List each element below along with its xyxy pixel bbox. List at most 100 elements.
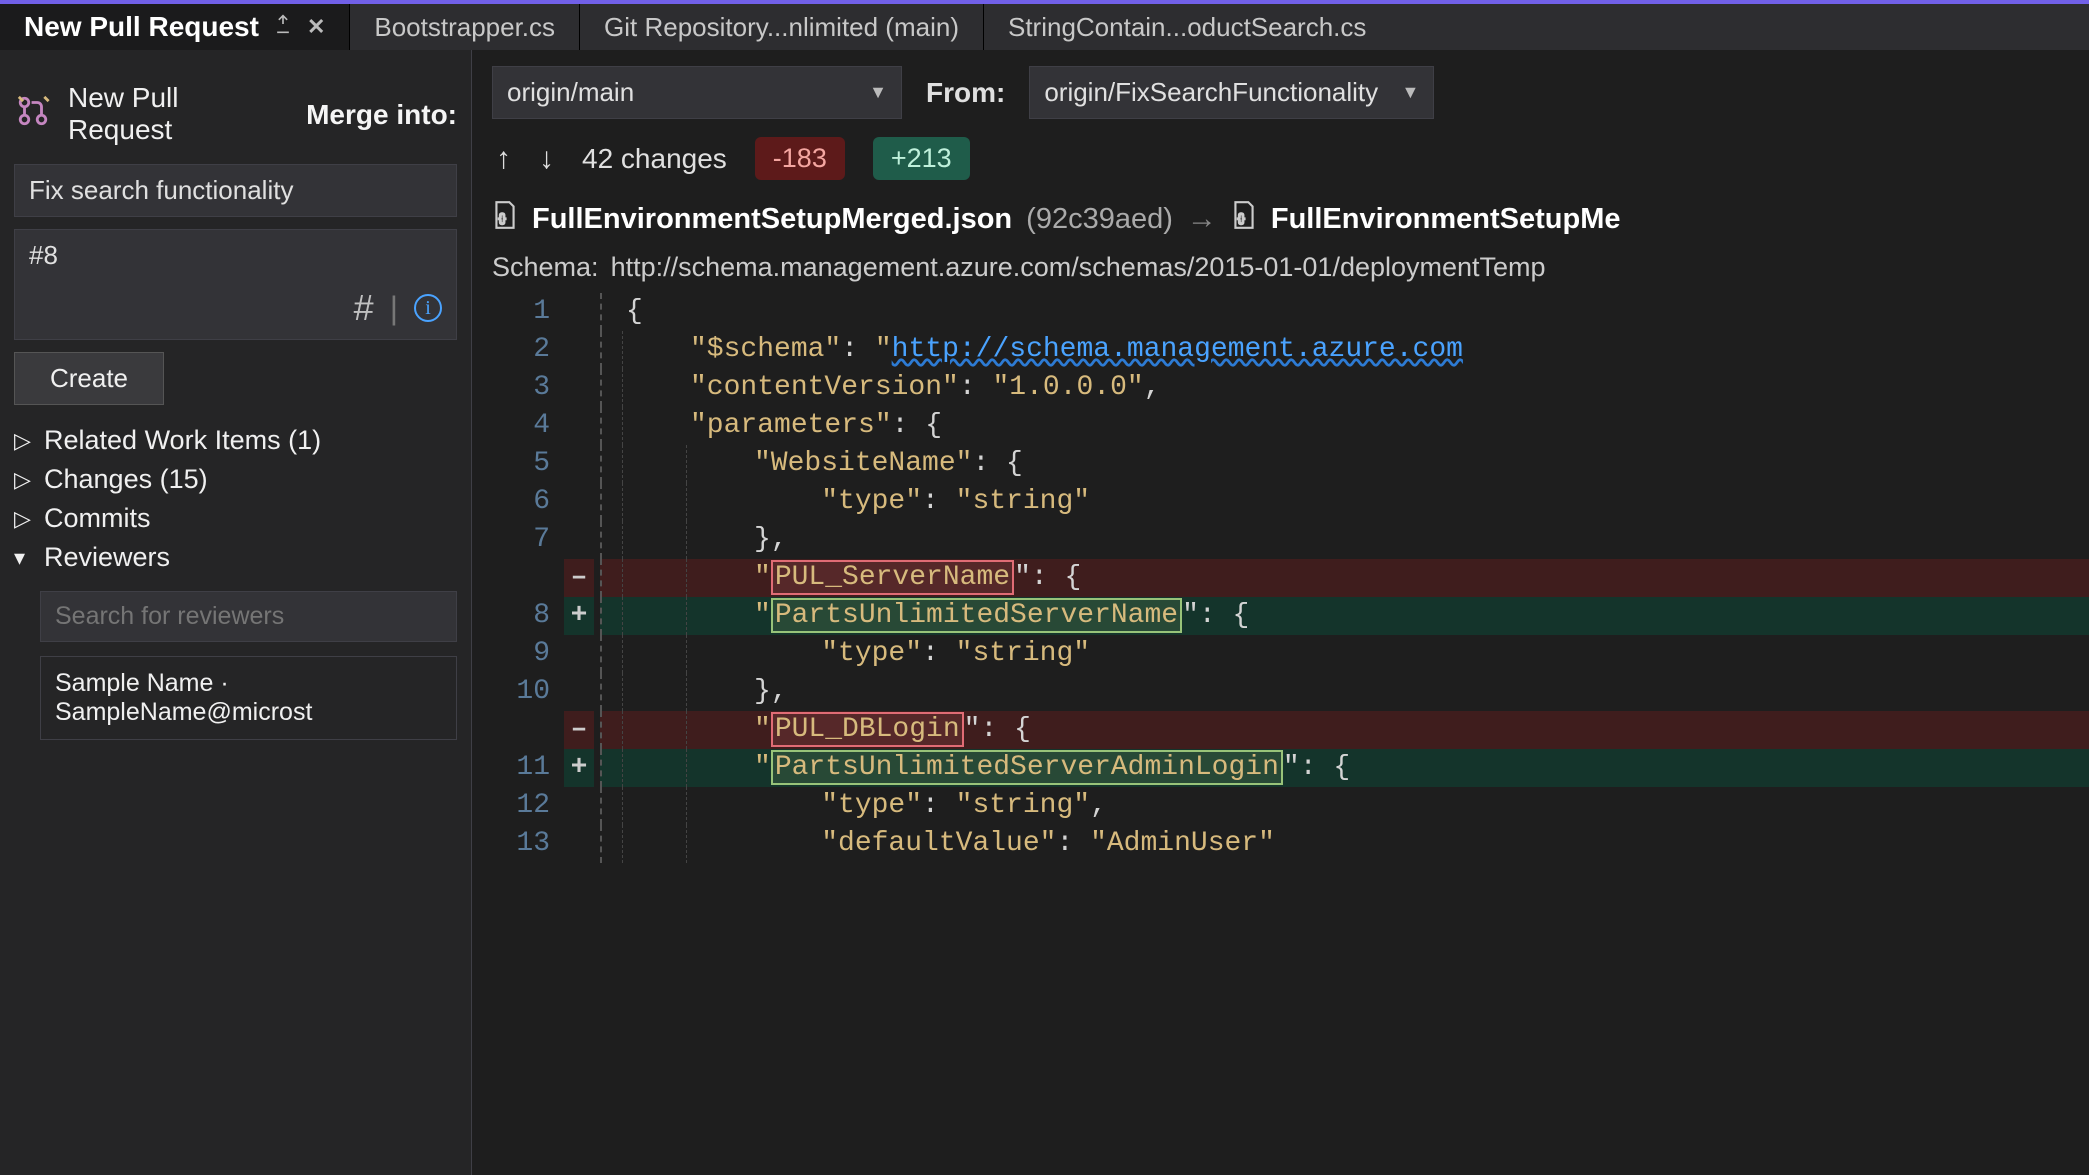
diff-content: origin/main ▼ From: origin/FixSearchFunc…	[472, 50, 2089, 1175]
left-file-name: FullEnvironmentSetupMerged.json	[532, 203, 1012, 236]
pr-description-text[interactable]: #8	[15, 230, 456, 281]
schema-value[interactable]: http://schema.management.azure.com/schem…	[611, 252, 1546, 283]
section-reviewers[interactable]: ▾ Reviewers	[14, 542, 457, 573]
close-icon[interactable]: ✕	[307, 14, 325, 40]
section-label: Commits	[44, 503, 151, 534]
schema-label: Schema:	[492, 252, 599, 283]
diff-plus-icon: +	[564, 749, 594, 787]
removed-token: PUL_DBLogin	[771, 712, 964, 747]
section-commits[interactable]: ▷ Commits	[14, 503, 457, 534]
chevron-right-icon: ▷	[14, 467, 36, 493]
tab-label: StringContain...oductSearch.cs	[1008, 12, 1366, 43]
tab-new-pull-request[interactable]: New Pull Request ✕	[0, 4, 349, 50]
pr-heading: New Pull Request	[68, 82, 274, 146]
lines-added-badge: +213	[873, 137, 970, 180]
chevron-down-icon: ▼	[869, 82, 887, 103]
line-number: 12	[472, 787, 564, 825]
line-number: 10	[472, 673, 564, 711]
svg-text:{}: {}	[499, 212, 507, 224]
create-button[interactable]: Create	[14, 352, 164, 405]
reviewer-search-input[interactable]	[40, 591, 457, 642]
line-number: 2	[472, 331, 564, 369]
right-file-name: FullEnvironmentSetupMe	[1271, 203, 1621, 236]
section-changes[interactable]: ▷ Changes (15)	[14, 464, 457, 495]
tab-label: New Pull Request	[24, 11, 259, 43]
tab-string-contain[interactable]: StringContain...oductSearch.cs	[984, 4, 1390, 50]
chevron-right-icon: ▷	[14, 428, 36, 454]
line-number: 13	[472, 825, 564, 863]
code-line[interactable]: 6 "type": "string"	[472, 483, 2089, 521]
code-line[interactable]: 12 "type": "string",	[472, 787, 2089, 825]
json-file-icon: {}	[492, 200, 518, 238]
line-number: 5	[472, 445, 564, 483]
code-line[interactable]: 9 "type": "string"	[472, 635, 2089, 673]
pr-sections-tree: ▷ Related Work Items (1) ▷ Changes (15) …	[14, 425, 457, 740]
line-number: 6	[472, 483, 564, 521]
line-number: 9	[472, 635, 564, 673]
code-line-added[interactable]: 11 + "PartsUnlimitedServerAdminLogin": {	[472, 749, 2089, 787]
diff-editor[interactable]: 1 { 2 "$schema": "http://schema.manageme…	[472, 293, 2089, 1175]
line-number: 1	[472, 293, 564, 331]
code-line[interactable]: 7 },	[472, 521, 2089, 559]
line-number: 8	[472, 597, 564, 635]
merge-branch-value: origin/main	[507, 77, 634, 108]
schema-link[interactable]: http://schema.management.azure.com	[892, 334, 1463, 365]
schema-row: Schema: http://schema.management.azure.c…	[472, 246, 2089, 293]
diff-stats-row: ↑ ↓ 42 changes -183 +213	[472, 119, 2089, 192]
json-file-icon: {}	[1231, 200, 1257, 238]
pipe-separator: |	[390, 290, 398, 327]
added-token: PartsUnlimitedServerAdminLogin	[771, 750, 1283, 785]
code-line-removed[interactable]: – "PUL_DBLogin": {	[472, 711, 2089, 749]
lines-removed-badge: -183	[755, 137, 845, 180]
from-label: From:	[926, 77, 1005, 109]
code-line-removed[interactable]: – "PUL_ServerName": {	[472, 559, 2089, 597]
code-line[interactable]: 4 "parameters": {	[472, 407, 2089, 445]
code-line[interactable]: 1 {	[472, 293, 2089, 331]
changes-count: 42 changes	[582, 143, 727, 175]
merge-branch-select[interactable]: origin/main ▼	[492, 66, 902, 119]
chevron-down-icon: ▾	[14, 545, 36, 571]
line-number: 7	[472, 521, 564, 559]
left-file-hash: (92c39aed)	[1026, 203, 1173, 236]
from-branch-select[interactable]: origin/FixSearchFunctionality ▼	[1029, 66, 1434, 119]
tab-bootstrapper[interactable]: Bootstrapper.cs	[350, 4, 579, 50]
added-token: PartsUnlimitedServerName	[771, 598, 1182, 633]
line-number: 3	[472, 369, 564, 407]
new-pr-icon	[16, 94, 50, 134]
code-line[interactable]: 3 "contentVersion": "1.0.0.0",	[472, 369, 2089, 407]
prev-change-button[interactable]: ↑	[496, 142, 511, 176]
pin-icon[interactable]	[273, 14, 293, 40]
merge-into-label: Merge into:	[306, 99, 457, 131]
reviewer-entry[interactable]: Sample Name · SampleName@microst	[40, 656, 457, 740]
branch-toolbar: origin/main ▼ From: origin/FixSearchFunc…	[472, 50, 2089, 119]
tab-bar: New Pull Request ✕ Bootstrapper.cs Git R…	[0, 0, 2089, 50]
chevron-right-icon: ▷	[14, 506, 36, 532]
pr-title-input[interactable]	[14, 164, 457, 217]
chevron-down-icon: ▼	[1402, 82, 1420, 103]
next-change-button[interactable]: ↓	[539, 142, 554, 176]
section-related-work-items[interactable]: ▷ Related Work Items (1)	[14, 425, 457, 456]
section-label: Changes (15)	[44, 464, 208, 495]
code-line[interactable]: 10 },	[472, 673, 2089, 711]
code-line[interactable]: 5 "WebsiteName": {	[472, 445, 2089, 483]
code-line[interactable]: 13 "defaultValue": "AdminUser"	[472, 825, 2089, 863]
info-icon[interactable]: i	[414, 294, 442, 322]
pr-sidebar: New Pull Request Merge into: #8 # | i Cr…	[0, 50, 472, 1175]
diff-plus-icon: +	[564, 597, 594, 635]
code-line[interactable]: 2 "$schema": "http://schema.management.a…	[472, 331, 2089, 369]
code-line-added[interactable]: 8 + "PartsUnlimitedServerName": {	[472, 597, 2089, 635]
from-branch-value: origin/FixSearchFunctionality	[1044, 77, 1378, 108]
hash-icon[interactable]: #	[354, 287, 374, 329]
arrow-right-icon: →	[1187, 202, 1217, 236]
file-compare-header: {} FullEnvironmentSetupMerged.json (92c3…	[472, 192, 2089, 246]
removed-token: PUL_ServerName	[771, 560, 1014, 595]
diff-minus-icon: –	[564, 711, 594, 749]
section-label: Reviewers	[44, 542, 170, 573]
tab-label: Bootstrapper.cs	[374, 12, 555, 43]
svg-text:{}: {}	[1237, 212, 1245, 224]
diff-minus-icon: –	[564, 559, 594, 597]
tab-git-repo[interactable]: Git Repository...nlimited (main)	[580, 4, 983, 50]
pr-description-box[interactable]: #8 # | i	[14, 229, 457, 340]
line-number: 4	[472, 407, 564, 445]
section-label: Related Work Items (1)	[44, 425, 321, 456]
